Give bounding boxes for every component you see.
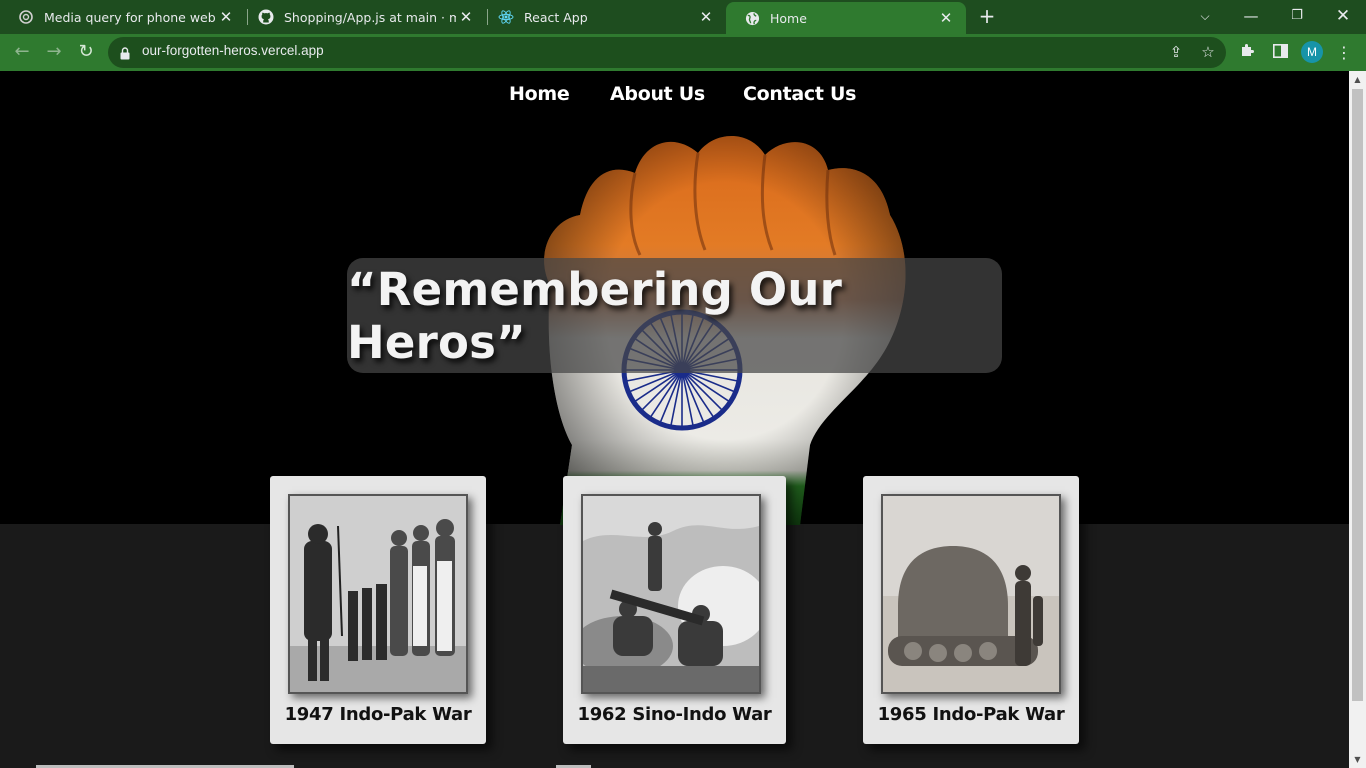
war-card-1965[interactable]: 1965 Indo-Pak War <box>863 476 1079 744</box>
tab-search-icon[interactable]: ⌵ <box>1182 0 1228 34</box>
new-tab-button[interactable]: + <box>976 6 998 28</box>
close-tab-icon[interactable]: ✕ <box>456 8 476 26</box>
tab-home[interactable]: Home ✕ <box>726 2 966 34</box>
reload-button[interactable]: ↻ <box>74 41 98 65</box>
vertical-scrollbar[interactable]: ▲ ▼ <box>1349 71 1366 768</box>
tab-title: React App <box>524 9 588 25</box>
close-tab-icon[interactable]: ✕ <box>936 9 956 27</box>
forward-button[interactable]: → <box>42 41 66 65</box>
react-icon <box>498 9 514 25</box>
tab-strip: Media query for phone website. ✕ Shoppin… <box>0 0 1366 34</box>
war-photo-1965[interactable] <box>881 494 1061 694</box>
address-bar[interactable]: our-forgotten-heros.vercel.app ⇪ ☆ <box>108 37 1226 68</box>
war-card-1962[interactable]: 1962 Sino-Indo War <box>563 476 786 744</box>
nav-link-home[interactable]: Home <box>509 83 570 105</box>
bookmark-star-icon[interactable]: ☆ <box>1198 43 1218 63</box>
share-icon[interactable]: ⇪ <box>1166 43 1186 63</box>
close-tab-icon[interactable]: ✕ <box>696 8 716 26</box>
lock-icon[interactable] <box>120 45 130 64</box>
tab-title: Shopping/App.js at main · mkgupta <box>284 9 456 25</box>
top-nav: Home About Us Contact Us <box>0 83 1349 113</box>
extensions-puzzle-icon[interactable] <box>1237 42 1259 64</box>
restore-button[interactable]: ❐ <box>1274 0 1320 34</box>
card-title: 1947 Indo-Pak War <box>284 704 472 725</box>
card-title: 1962 Sino-Indo War <box>577 704 772 725</box>
scroll-down-icon[interactable]: ▼ <box>1349 751 1366 768</box>
tab-react-app[interactable]: React App ✕ <box>480 0 726 34</box>
war-photo-1947[interactable] <box>288 494 468 694</box>
close-window-button[interactable]: ✕ <box>1320 0 1366 34</box>
scroll-up-icon[interactable]: ▲ <box>1349 71 1366 88</box>
profile-avatar[interactable]: M <box>1301 41 1323 63</box>
quote-banner: “Remembering Our Heros” <box>347 258 1002 373</box>
tab-title: Media query for phone website. <box>44 9 216 25</box>
nav-link-contact[interactable]: Contact Us <box>743 83 856 105</box>
tab-media-query[interactable]: Media query for phone website. ✕ <box>0 0 246 34</box>
war-card-1947[interactable]: 1947 Indo-Pak War <box>270 476 486 744</box>
back-button[interactable]: ← <box>10 41 34 65</box>
browser-toolbar: ← → ↻ our-forgotten-heros.vercel.app ⇪ ☆… <box>0 34 1366 71</box>
tab-title: Home <box>770 10 807 26</box>
chatgpt-icon <box>18 9 34 25</box>
url-text: our-forgotten-heros.vercel.app <box>142 43 324 58</box>
close-tab-icon[interactable]: ✕ <box>216 8 236 26</box>
card-title: 1965 Indo-Pak War <box>877 704 1065 725</box>
github-icon <box>258 9 274 25</box>
hero-quote: “Remembering Our Heros” <box>347 262 842 369</box>
war-photo-1962[interactable] <box>581 494 761 694</box>
globe-icon <box>744 10 760 26</box>
side-panel-icon[interactable] <box>1269 42 1291 64</box>
page-viewport: Home About Us Contact Us “Remembering Ou… <box>0 71 1349 768</box>
tab-github[interactable]: Shopping/App.js at main · mkgupta ✕ <box>240 0 486 34</box>
scrollbar-thumb[interactable] <box>1352 89 1363 701</box>
kebab-menu-icon[interactable]: ⋮ <box>1333 42 1355 64</box>
minimize-button[interactable]: — <box>1228 0 1274 34</box>
nav-link-about[interactable]: About Us <box>610 83 705 105</box>
